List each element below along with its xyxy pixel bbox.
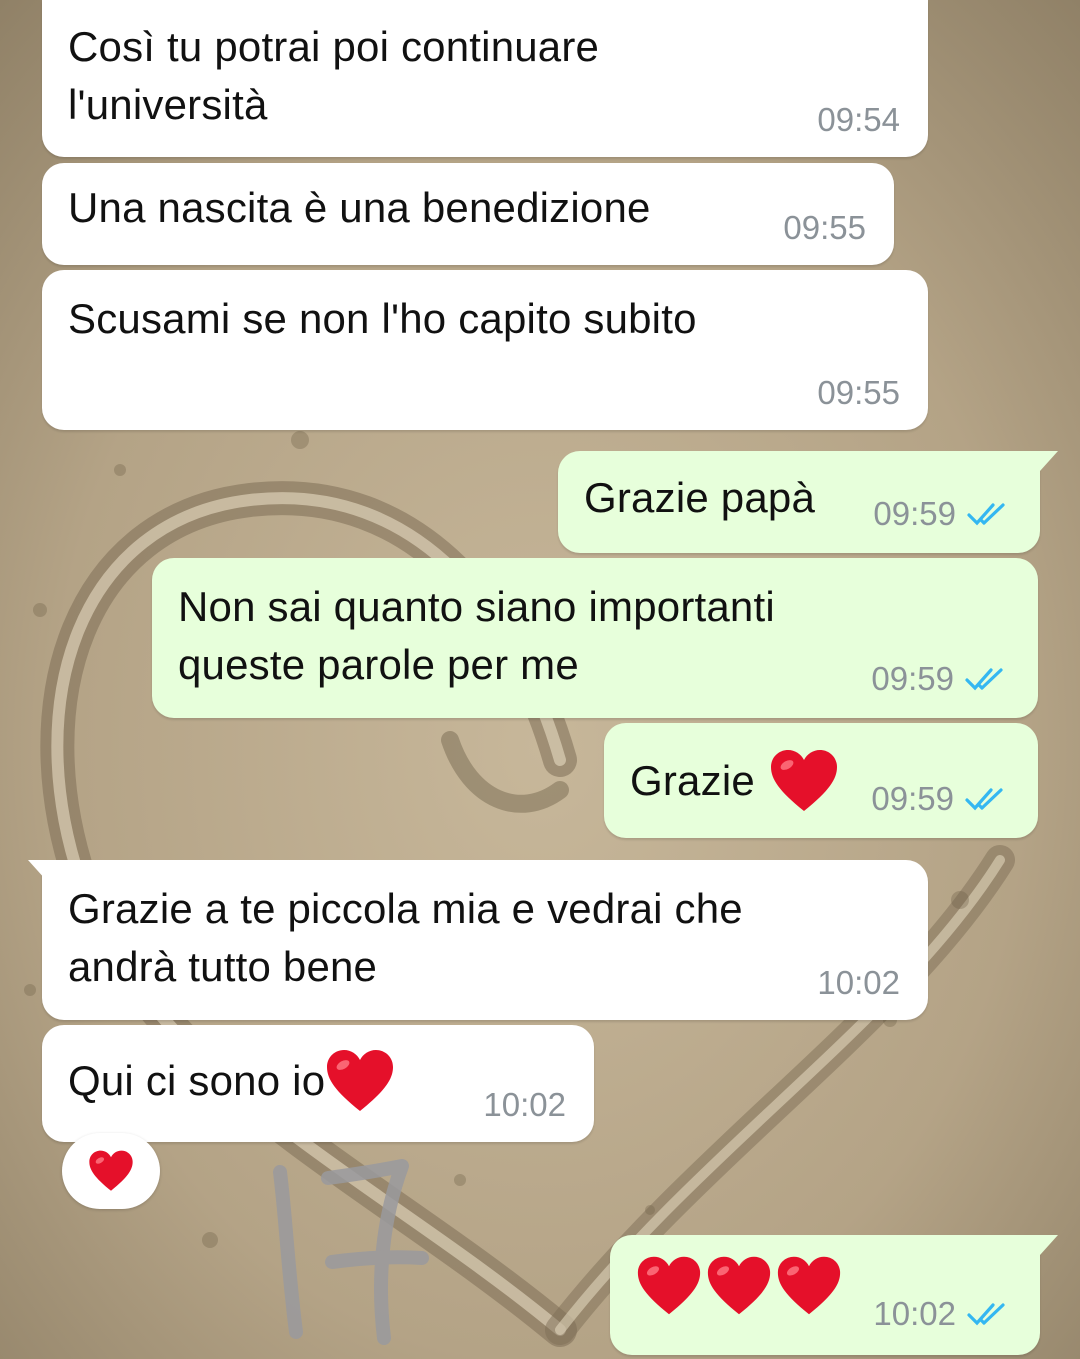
emoji-row bbox=[636, 1255, 842, 1317]
message-text: Grazie papà bbox=[584, 474, 816, 521]
message-bubble-incoming[interactable]: Scusami se non l'ho capito subito 09:55 bbox=[42, 270, 928, 430]
message-text: Non sai quanto siano importanti queste p… bbox=[178, 583, 775, 688]
read-receipt-icon bbox=[967, 503, 1005, 526]
message-meta: 10:02 bbox=[817, 964, 900, 1002]
bubble-tail bbox=[1036, 451, 1058, 471]
read-receipt-icon bbox=[965, 668, 1003, 691]
message-time: 10:02 bbox=[817, 964, 900, 1001]
heart-emoji-icon bbox=[707, 1256, 771, 1315]
message-time: 09:54 bbox=[817, 101, 900, 138]
message-bubble-outgoing[interactable]: 10:02 bbox=[610, 1235, 1058, 1355]
message-meta: 09:59 bbox=[871, 780, 1010, 818]
message-time: 10:02 bbox=[483, 1086, 566, 1123]
message-meta: 10:02 bbox=[873, 1295, 1012, 1333]
heart-emoji-icon bbox=[637, 1256, 701, 1315]
read-receipt-icon bbox=[967, 1303, 1005, 1326]
message-time: 10:02 bbox=[873, 1295, 956, 1332]
message-meta: 10:02 bbox=[483, 1086, 566, 1124]
bubble-tail bbox=[1036, 1235, 1058, 1255]
message-bubble-incoming[interactable]: Una nascita è una benedizione 09:55 bbox=[42, 163, 894, 265]
message-text: Così tu potrai poi continuare l'universi… bbox=[68, 23, 600, 128]
handwritten-annotation bbox=[273, 1159, 429, 1345]
heart-emoji-icon bbox=[770, 750, 837, 811]
message-reaction[interactable] bbox=[62, 1133, 160, 1209]
message-meta: 09:55 bbox=[817, 374, 900, 412]
message-text-content: Qui ci sono io bbox=[68, 1057, 326, 1104]
heart-reaction-icon bbox=[89, 1150, 133, 1191]
message-text-content: Grazie bbox=[630, 757, 755, 804]
message-bubble-incoming[interactable]: Qui ci sono io 10:02 bbox=[42, 1025, 594, 1142]
heart-emoji-icon bbox=[777, 1256, 841, 1315]
message-time: 09:55 bbox=[817, 374, 900, 411]
bubble-tail bbox=[28, 860, 46, 880]
message-meta: 09:59 bbox=[871, 660, 1010, 698]
message-text: Qui ci sono io bbox=[68, 1049, 395, 1113]
message-bubble-incoming[interactable]: Così tu potrai poi continuare l'universi… bbox=[42, 0, 928, 157]
message-time: 09:55 bbox=[783, 209, 866, 246]
message-time: 09:59 bbox=[873, 495, 956, 532]
message-bubble-incoming[interactable]: Grazie a te piccola mia e vedrai che and… bbox=[28, 860, 928, 1020]
message-meta: 09:54 bbox=[817, 101, 900, 139]
message-text: Grazie bbox=[630, 749, 839, 813]
message-bubble-outgoing[interactable]: Non sai quanto siano importanti queste p… bbox=[152, 558, 1038, 718]
message-meta: 09:55 bbox=[783, 209, 866, 247]
message-bubble-outgoing[interactable]: Grazie 09:59 bbox=[604, 723, 1038, 838]
message-meta: 09:59 bbox=[873, 495, 1012, 533]
heart-emoji-icon bbox=[327, 1050, 394, 1111]
message-text: Scusami se non l'ho capito subito bbox=[68, 295, 697, 342]
message-time: 09:59 bbox=[871, 780, 954, 817]
message-time: 09:59 bbox=[871, 660, 954, 697]
message-bubble-outgoing[interactable]: Grazie papà 09:59 bbox=[558, 451, 1058, 553]
read-receipt-icon bbox=[965, 788, 1003, 811]
message-text: Grazie a te piccola mia e vedrai che and… bbox=[68, 885, 743, 990]
message-text: Una nascita è una benedizione bbox=[68, 184, 651, 231]
